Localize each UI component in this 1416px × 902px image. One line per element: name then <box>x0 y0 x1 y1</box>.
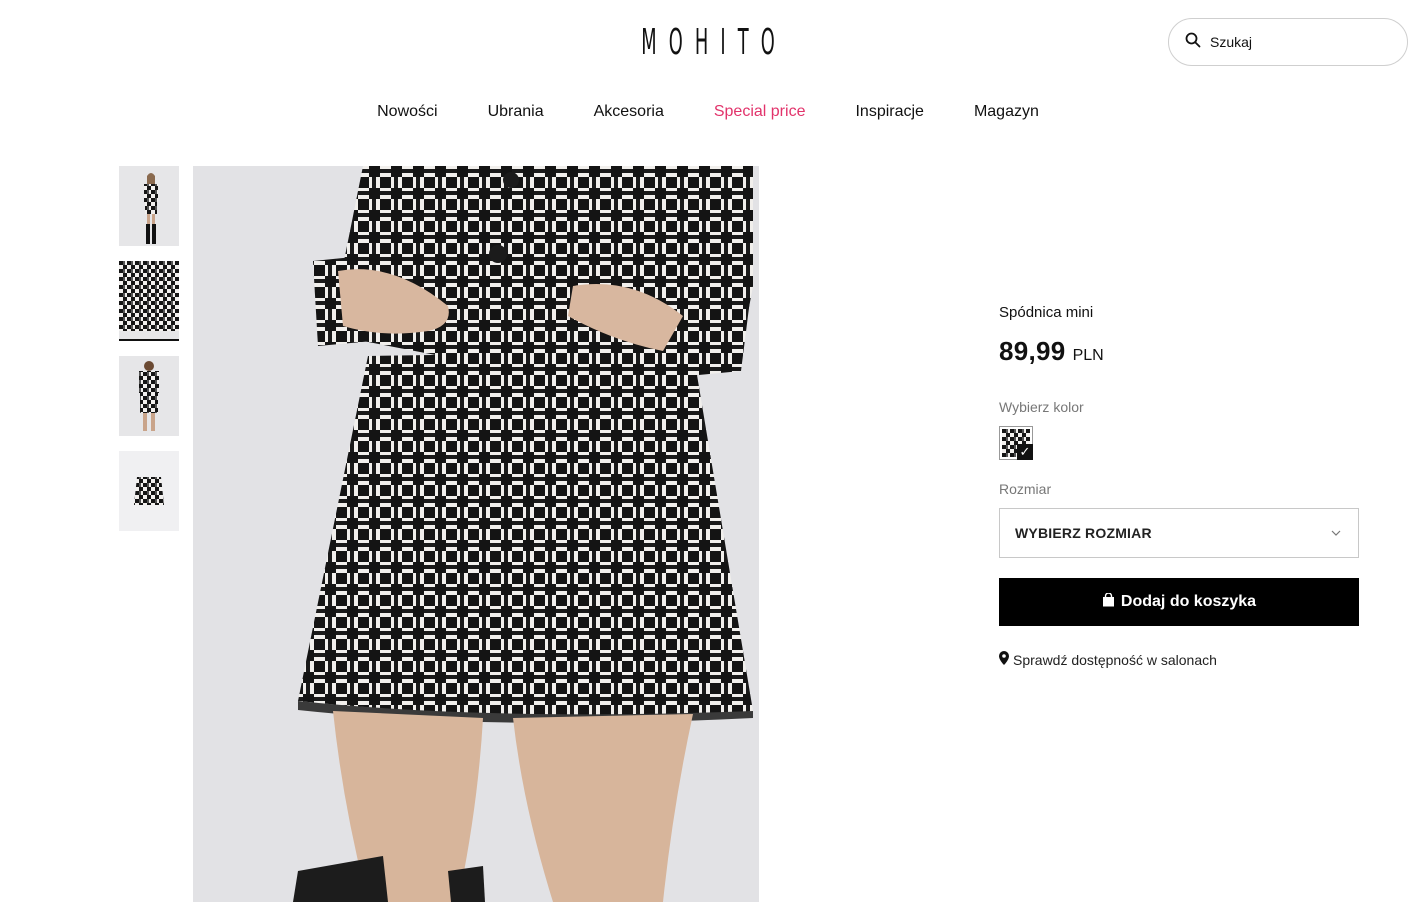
thumbnail-full-outfit-front[interactable] <box>119 166 179 246</box>
thumbnail-full-outfit-back[interactable] <box>119 356 179 436</box>
product-price: 89,99 PLN <box>999 336 1104 367</box>
store-availability-label: Sprawdź dostępność w salonach <box>1013 651 1217 668</box>
search-input[interactable]: Szukaj <box>1168 18 1408 66</box>
nav-item-special-price[interactable]: Special price <box>689 100 831 124</box>
color-swatch-houndstooth[interactable]: ✓ <box>999 426 1033 460</box>
search-icon <box>1185 32 1201 53</box>
chevron-down-icon <box>1330 526 1342 544</box>
size-label: Rozmiar <box>999 481 1052 497</box>
nav-item-ubrania[interactable]: Ubrania <box>463 100 569 124</box>
main-nav: Nowości Ubrania Akcesoria Special price … <box>0 100 1416 124</box>
price-amount: 89,99 <box>999 336 1066 366</box>
color-label: Wybierz kolor <box>999 399 1084 415</box>
thumbnail-skirt-detail[interactable] <box>119 261 179 341</box>
nav-item-magazyn[interactable]: Magazyn <box>949 100 1064 124</box>
active-thumbnail-indicator <box>119 339 179 341</box>
checkmark-icon: ✓ <box>1017 444 1033 460</box>
main-product-image[interactable] <box>193 166 759 902</box>
search-placeholder: Szukaj <box>1210 34 1253 50</box>
nav-item-inspiracje[interactable]: Inspiracje <box>830 100 948 124</box>
size-dropdown-value: WYBIERZ ROZMIAR <box>1015 525 1152 541</box>
nav-item-akcesoria[interactable]: Akcesoria <box>569 100 689 124</box>
size-dropdown[interactable]: WYBIERZ ROZMIAR <box>999 508 1359 558</box>
nav-item-nowosci[interactable]: Nowości <box>352 100 462 124</box>
product-title: Spódnica mini <box>999 304 1094 321</box>
location-pin-icon <box>999 651 1009 668</box>
thumbnail-skirt-flat[interactable] <box>119 451 179 531</box>
price-currency: PLN <box>1072 347 1104 364</box>
add-to-cart-label: Dodaj do koszyka <box>1120 593 1257 610</box>
add-to-cart-button[interactable]: Dodaj do koszyka <box>999 578 1359 626</box>
shopping-bag-icon <box>1102 591 1121 612</box>
brand-logo[interactable]: MOHITO <box>319 22 1098 63</box>
store-availability-link[interactable]: Sprawdź dostępność w salonach <box>999 651 1217 668</box>
